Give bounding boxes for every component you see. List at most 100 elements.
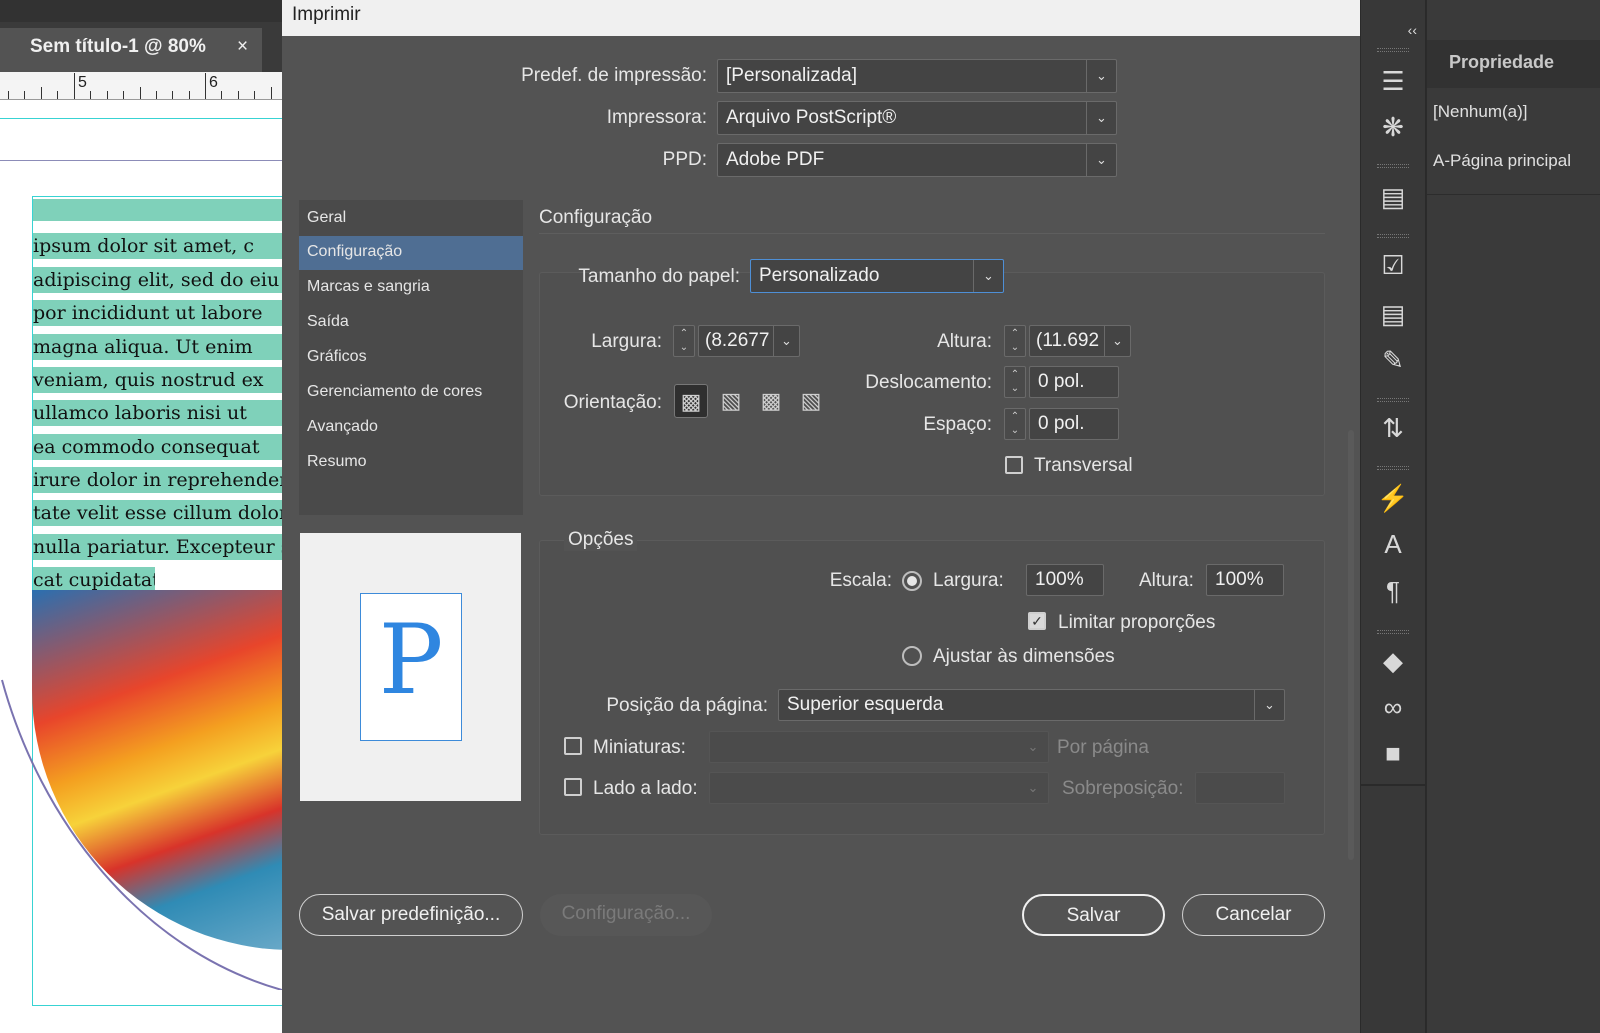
orientation-label: Orientação:: [563, 392, 662, 413]
reverse-portrait-icon[interactable]: ▩: [754, 384, 788, 418]
dialog-title: Imprimir: [282, 0, 1362, 36]
chevron-down-icon: ⌄: [1086, 102, 1116, 134]
category-gerenciamento-de-cores[interactable]: Gerenciamento de cores: [299, 376, 523, 410]
category-marcas-e-sangria[interactable]: Marcas e sangria: [299, 271, 523, 305]
printer-value: Arquivo PostScript®: [726, 107, 897, 128]
preset-value: [Personalizada]: [726, 65, 857, 86]
text-line: adipiscing elit, sed do eiu: [33, 267, 282, 293]
constrain-checkbox[interactable]: ✓: [1028, 612, 1046, 630]
gap-field[interactable]: 0 pol.: [1029, 408, 1119, 440]
height-stepper[interactable]: ⌃ ⌄: [1004, 325, 1026, 357]
per-page-label: Por página: [1057, 737, 1149, 758]
ellipse-path: [1, 679, 282, 990]
save-preset-button[interactable]: Salvar predefinição...: [299, 894, 523, 936]
height-value: (11.692: [1036, 330, 1100, 351]
chevron-down-icon: ⌄: [1027, 739, 1039, 754]
chat-icon[interactable]: ■: [1361, 730, 1425, 776]
text-line: por incididunt ut labore: [33, 300, 282, 326]
paper-size-label: Tamanho do papel:: [578, 266, 740, 287]
swatches-icon[interactable]: ❋: [1361, 104, 1425, 150]
text-line: ea commodo consequat: [33, 434, 282, 460]
offset-field[interactable]: 0 pol.: [1029, 366, 1119, 398]
category-avancado[interactable]: Avançado: [299, 411, 523, 445]
offset-stepper[interactable]: ⌃ ⌄: [1004, 366, 1026, 398]
reverse-landscape-icon[interactable]: ▧: [794, 384, 828, 418]
chevron-down-icon: ⌄: [1086, 144, 1116, 176]
tile-label: Lado a lado:: [593, 778, 698, 799]
options-title: Opções: [564, 529, 638, 551]
tile-checkbox[interactable]: [564, 778, 582, 796]
category-geral[interactable]: Geral: [299, 202, 523, 236]
ppd-value: Adobe PDF: [726, 149, 825, 170]
setup-button: Configuração...: [540, 894, 712, 936]
category-configuracao[interactable]: Configuração: [299, 236, 523, 270]
scale-width-field[interactable]: 100%: [1026, 564, 1104, 596]
sequence-icon[interactable]: ⇅: [1361, 405, 1425, 451]
review-icon[interactable]: ☑: [1361, 242, 1425, 288]
width-field[interactable]: (8.2677 ⌄: [698, 325, 800, 357]
text-line: ipsum dolor sit amet, c: [33, 233, 282, 259]
chevron-down-icon: ⌄: [1027, 780, 1039, 795]
menu-icon[interactable]: ☰: [1361, 58, 1425, 104]
gap-stepper[interactable]: ⌃ ⌄: [1004, 408, 1026, 440]
dialog-scrollbar[interactable]: [1348, 430, 1354, 860]
ppd-label: PPD:: [662, 149, 707, 170]
scale-width-label: Largura:: [933, 570, 1004, 591]
overlap-field: [1195, 772, 1285, 804]
scale-width-radio[interactable]: [902, 571, 922, 591]
offset-label: Deslocamento:: [865, 372, 992, 393]
comments-icon[interactable]: ▤: [1361, 174, 1425, 220]
fit-label: Ajustar às dimensões: [933, 646, 1115, 667]
cc-libraries-icon[interactable]: ⚡: [1361, 475, 1425, 521]
save-button[interactable]: Salvar: [1022, 894, 1165, 936]
scale-height-field[interactable]: 100%: [1206, 564, 1284, 596]
close-tab-icon[interactable]: ×: [237, 36, 248, 58]
layers-icon[interactable]: ◆: [1361, 638, 1425, 684]
edit-notes-icon[interactable]: ✎: [1361, 337, 1425, 383]
tile-dropdown: ⌄: [709, 772, 1049, 804]
properties-item: [Nenhum(a)]: [1433, 102, 1528, 121]
height-label: Altura:: [937, 331, 992, 352]
page-position-label: Posição da página:: [606, 695, 768, 716]
preview-glyph: P: [378, 604, 444, 716]
printer-dropdown[interactable]: Arquivo PostScript® ⌄: [717, 101, 1117, 135]
properties-panel: Propriedade [Nenhum(a)] A-Página princip…: [1427, 0, 1600, 1033]
links-icon[interactable]: ∞: [1361, 684, 1425, 730]
notes-icon[interactable]: ▤: [1361, 291, 1425, 337]
page-position-dropdown[interactable]: Superior esquerda ⌄: [778, 689, 1285, 721]
text-line: nulla pariatur. Excepteur s: [33, 534, 282, 560]
text-line: [33, 199, 282, 221]
ruler-label: 5: [78, 74, 87, 91]
category-graficos[interactable]: Gráficos: [299, 341, 523, 375]
height-field[interactable]: (11.692 ⌄: [1029, 325, 1131, 357]
thumbnails-label: Miniaturas:: [593, 737, 686, 758]
character-styles-icon[interactable]: A: [1361, 521, 1425, 567]
document-tab-label: Sem título-1 @ 80%: [30, 36, 206, 57]
text-line: veniam, quis nostrud ex: [33, 367, 282, 393]
paper-size-dropdown[interactable]: Personalizado ⌄: [750, 259, 1004, 293]
scale-height-label: Altura:: [1139, 570, 1194, 591]
category-resumo[interactable]: Resumo: [299, 446, 523, 480]
ruler-label: 6: [209, 74, 218, 91]
width-stepper[interactable]: ⌃ ⌄: [673, 325, 695, 357]
preset-dropdown[interactable]: [Personalizada] ⌄: [717, 59, 1117, 93]
category-saida[interactable]: Saída: [299, 306, 523, 340]
panel-icon-dock: ‹‹ ☰ ❋ ▤ ☑ ▤ ✎ ⇅ ⚡ A ¶ ◆ ∞ ■: [1360, 0, 1426, 1033]
portrait-icon[interactable]: ▩: [674, 384, 708, 418]
paragraph-styles-icon[interactable]: ¶: [1361, 568, 1425, 614]
ppd-dropdown[interactable]: Adobe PDF ⌄: [717, 143, 1117, 177]
section-title: Configuração: [539, 207, 653, 228]
landscape-icon[interactable]: ▧: [714, 384, 748, 418]
collapse-panels-icon[interactable]: ‹‹: [1361, 22, 1425, 38]
horizontal-ruler: 5 6: [0, 72, 282, 100]
fit-radio[interactable]: [902, 646, 922, 666]
thumbnails-checkbox[interactable]: [564, 737, 582, 755]
document-canvas[interactable]: ipsum dolor sit amet, c adipiscing elit,…: [0, 100, 282, 1033]
cancel-button[interactable]: Cancelar: [1182, 894, 1325, 936]
chevron-down-icon: ⌄: [1104, 326, 1130, 356]
transverse-checkbox[interactable]: [1005, 456, 1023, 474]
overlap-label: Sobreposição:: [1062, 778, 1184, 799]
constrain-label: Limitar proporções: [1058, 612, 1216, 633]
properties-item: A-Página principal: [1433, 151, 1571, 170]
printer-label: Impressora:: [606, 107, 707, 128]
